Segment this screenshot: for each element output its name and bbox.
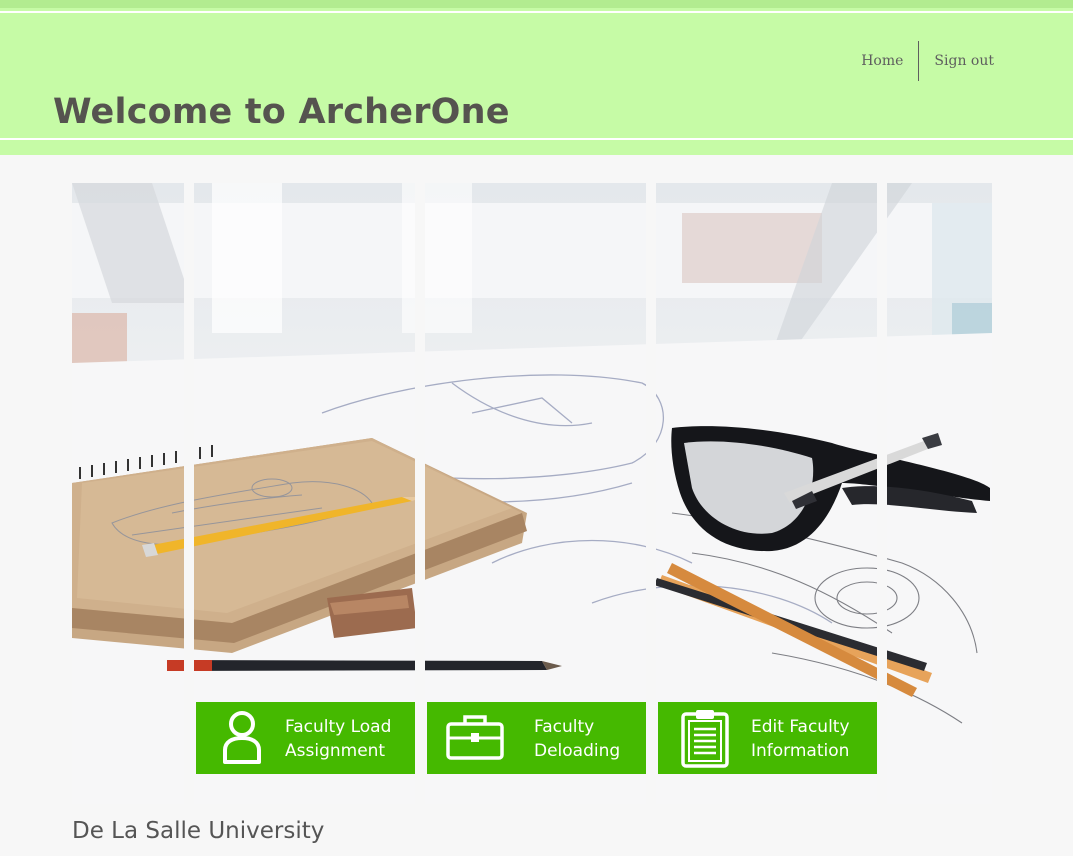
tile-label: Edit Faculty Information <box>751 717 850 761</box>
panel-gap <box>646 183 656 804</box>
hero-collage: Faculty Load Assignment Faculty Deloadin… <box>72 183 992 804</box>
header-divider-top <box>0 11 1073 13</box>
tile-label: Faculty Deloading <box>534 717 621 761</box>
clipboard-icon <box>681 710 729 768</box>
nav-sign-out-link[interactable]: Sign out <box>919 53 1009 69</box>
faculty-deloading-tile[interactable]: Faculty Deloading <box>427 702 646 774</box>
header-divider-bottom <box>0 138 1073 140</box>
panel-gap <box>877 183 887 804</box>
nav-home-link[interactable]: Home <box>846 53 918 69</box>
footer-university-name: De La Salle University <box>72 818 325 844</box>
panel-gap <box>184 183 194 804</box>
edit-faculty-information-tile[interactable]: Edit Faculty Information <box>658 702 877 774</box>
tile-label: Faculty Load Assignment <box>285 717 392 761</box>
user-icon <box>223 711 261 764</box>
header-top-strip <box>0 0 1073 8</box>
header-banner: Home Sign out Welcome to ArcherOne <box>0 0 1073 155</box>
top-nav: Home Sign out <box>846 41 1009 81</box>
page-title: Welcome to ArcherOne <box>53 92 510 132</box>
panel-gap <box>415 183 425 804</box>
faculty-load-assignment-tile[interactable]: Faculty Load Assignment <box>196 702 415 774</box>
briefcase-icon <box>446 715 504 760</box>
